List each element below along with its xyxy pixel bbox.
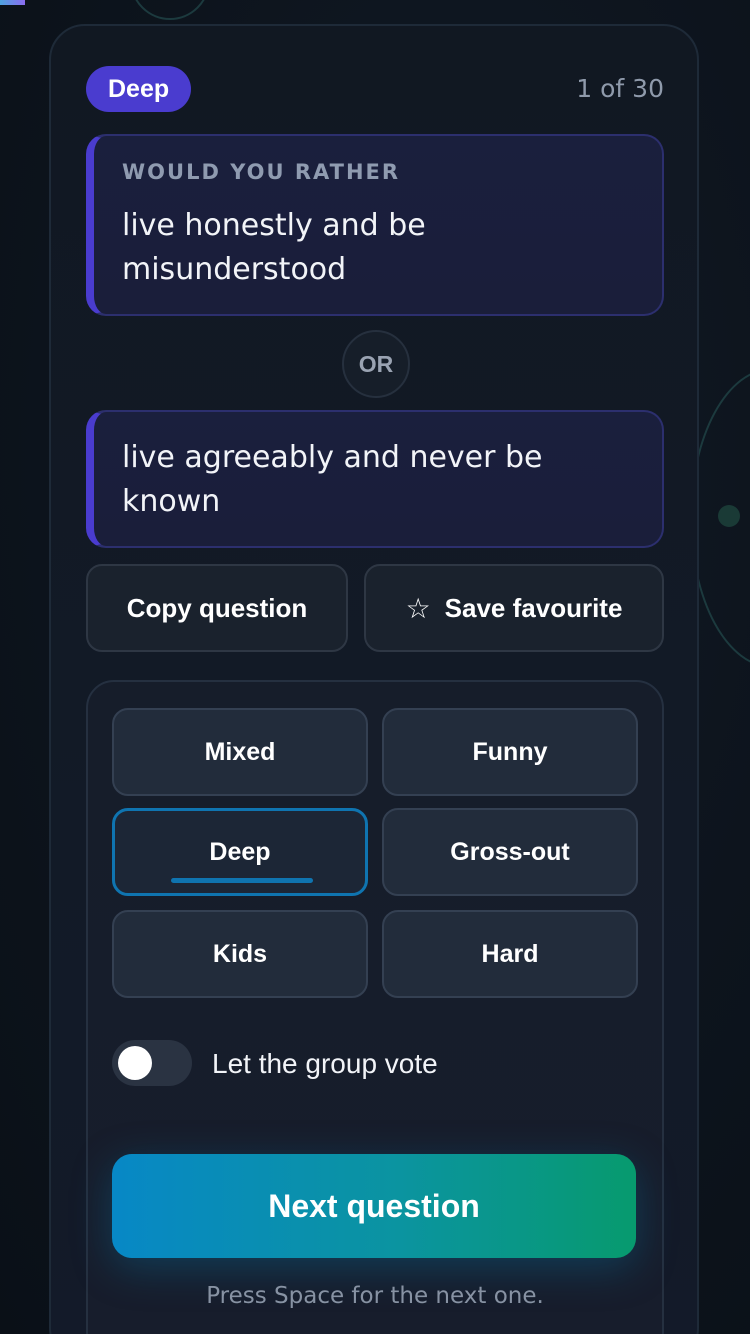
copy-question-button[interactable]: Copy question <box>86 564 348 652</box>
category-button-kids[interactable]: Kids <box>112 910 368 998</box>
category-label: Hard <box>481 939 539 968</box>
category-label: Mixed <box>204 737 276 766</box>
copy-question-label: Copy question <box>126 592 308 623</box>
category-label: Deep <box>209 837 271 866</box>
category-button-deep[interactable]: Deep <box>112 808 368 896</box>
option-b-text: live agreeably and never be known <box>122 440 543 519</box>
decorative-dot <box>718 505 740 527</box>
category-button-funny[interactable]: Funny <box>382 708 638 796</box>
save-favourite-button[interactable]: ☆ Save favourite <box>364 564 664 652</box>
question-counter: 1 of 30 <box>576 74 664 103</box>
keyboard-hint: Press Space for the next one. <box>206 1283 544 1309</box>
category-label: Kids <box>212 939 268 968</box>
next-question-label: Next question <box>268 1187 480 1224</box>
category-button-mixed[interactable]: Mixed <box>112 708 368 796</box>
star-outline-icon: ☆ <box>405 591 431 625</box>
group-vote-label: Let the group vote <box>212 1048 438 1079</box>
or-divider: OR <box>342 330 410 398</box>
group-vote-toggle[interactable] <box>112 1040 192 1086</box>
decorative-ring <box>130 0 210 20</box>
prompt-label: WOULD YOU RATHER <box>122 160 401 184</box>
option-a-card[interactable]: WOULD YOU RATHER live honestly and be mi… <box>86 134 664 316</box>
category-label: Gross-out <box>450 837 570 866</box>
category-badge: Deep <box>86 66 192 112</box>
category-label: Funny <box>472 737 548 766</box>
category-button-gross-out[interactable]: Gross-out <box>382 808 638 896</box>
active-category-indicator <box>171 878 313 883</box>
save-favourite-label: Save favourite <box>444 592 623 623</box>
progress-bar <box>0 0 750 5</box>
toggle-knob <box>118 1046 152 1080</box>
progress-fill <box>0 0 25 5</box>
option-a-text: live honestly and be misunderstood <box>122 208 426 287</box>
next-question-button[interactable]: Next question <box>112 1154 636 1258</box>
option-b-card[interactable]: live agreeably and never be known <box>86 410 664 548</box>
category-button-hard[interactable]: Hard <box>382 910 638 998</box>
app-screen: Deep 1 of 30 WOULD YOU RATHER live hones… <box>0 0 750 1334</box>
